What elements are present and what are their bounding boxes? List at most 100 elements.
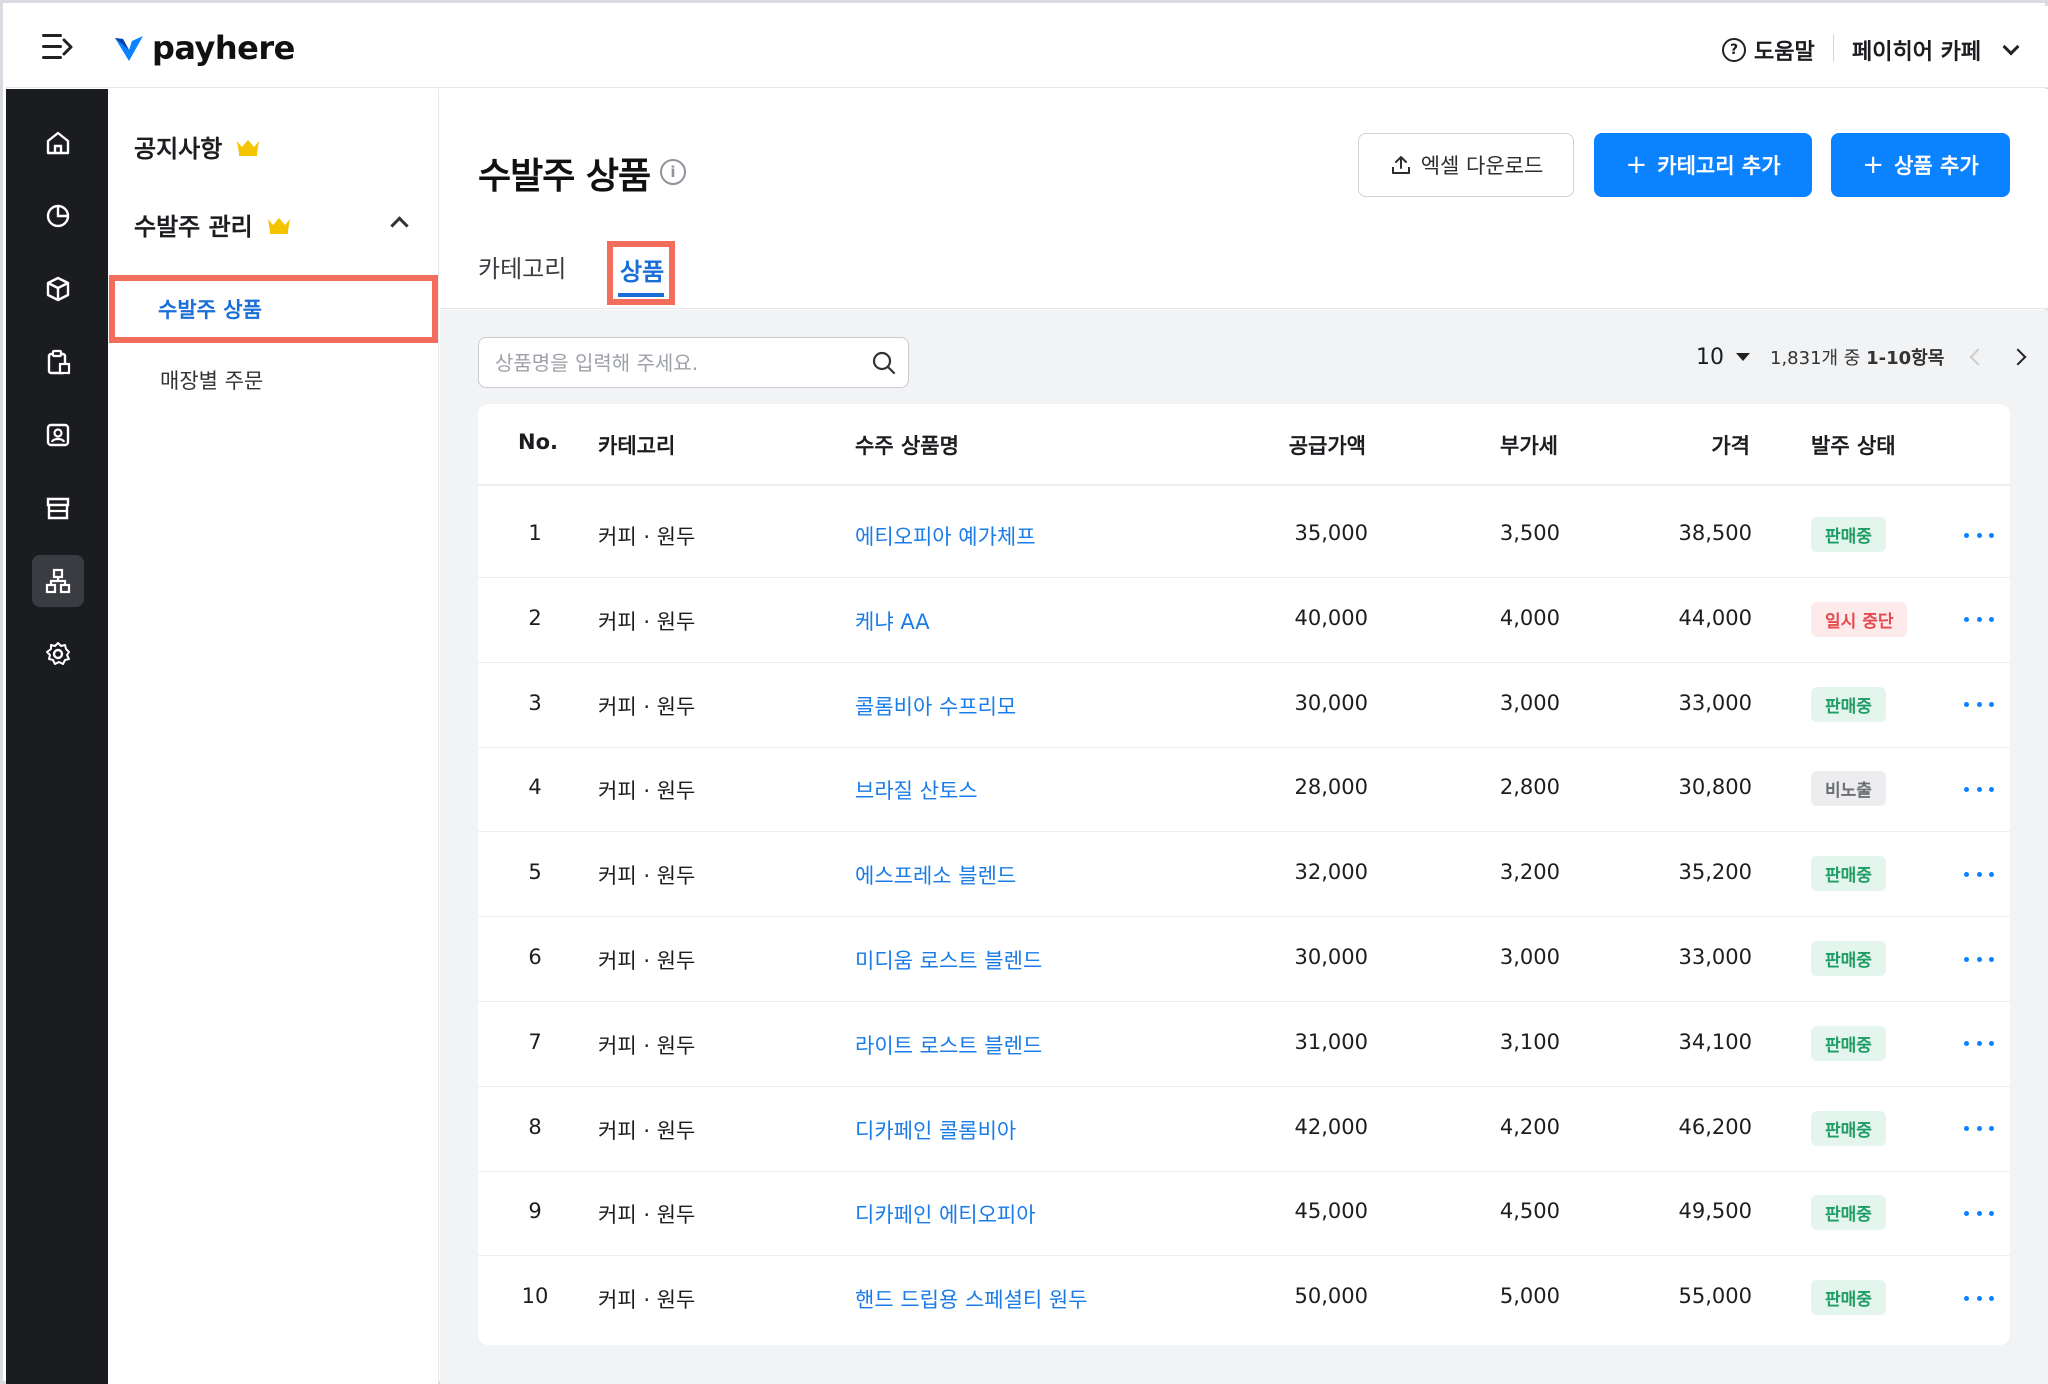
status-badge: 판매중 [1811, 856, 1886, 892]
add-category-button[interactable]: + 카테고리 추가 [1594, 133, 1812, 197]
row-no: 6 [528, 945, 542, 969]
page-size-select[interactable]: 10 [1696, 345, 1750, 370]
more-options-icon[interactable] [1964, 1032, 1994, 1056]
row-no: 9 [528, 1199, 542, 1224]
row-category: 커피 · 원두 [598, 864, 696, 889]
chevron-left-icon[interactable] [1969, 348, 1987, 366]
row-no: 2 [528, 605, 542, 630]
subnav-store-orders[interactable]: 매장별 주문 [160, 365, 263, 395]
row-category: 커피 · 원두 [598, 609, 696, 634]
chevron-right-icon[interactable] [2009, 348, 2027, 366]
chevron-up-icon[interactable] [390, 216, 409, 235]
more-options-icon[interactable] [1964, 1117, 1994, 1141]
more-options-icon[interactable] [1964, 693, 1994, 717]
rail-home[interactable] [32, 117, 84, 169]
row-price: 33,000 [1678, 945, 1752, 969]
row-no: 7 [528, 1029, 542, 1054]
page-title: 수발주 상품 [478, 156, 651, 197]
more-options-icon[interactable] [1964, 777, 1994, 801]
search-input[interactable] [495, 348, 855, 378]
subnav-notice[interactable]: 공지사항 [134, 129, 260, 164]
more-options-icon[interactable] [1964, 1286, 1994, 1310]
status-badge: 판매중 [1811, 941, 1886, 976]
rail-customers[interactable] [32, 409, 84, 461]
row-category: 커피 · 원두 [598, 1288, 696, 1313]
more-options-icon[interactable] [1964, 523, 1994, 547]
table-row[interactable]: 3 커피 · 원두 콜롬비아 수프리모 30,000 3,000 33,000 판매중 [478, 663, 2010, 748]
products-table: No. 카테고리 수주 상품명 공급가액 부가세 가격 발주 상태 1 커피 · … [478, 404, 2010, 1345]
table-row[interactable]: 9 커피 · 원두 디카페인 에티오피아 45,000 4,500 49,500 판매중 [478, 1171, 2010, 1257]
table-row[interactable]: 8 커피 · 원두 디카페인 콜롬비아 42,000 4,200 46,200 판매중 [478, 1087, 2010, 1172]
rail-store[interactable] [32, 482, 84, 534]
row-product-name-link[interactable]: 미디움 로스트 블렌드 [855, 945, 1042, 975]
clipboard-icon [47, 349, 71, 375]
more-options-icon[interactable] [1964, 608, 1994, 632]
row-category: 커피 · 원두 [598, 694, 696, 719]
status-badge: 판매중 [1811, 1025, 1886, 1061]
more-options-icon[interactable] [1964, 947, 1994, 971]
gear-icon [46, 642, 70, 665]
payhere-logo-icon [115, 36, 143, 61]
plus-icon: + [1625, 150, 1648, 180]
rail-settings[interactable] [32, 628, 84, 680]
table-row[interactable]: 10 커피 · 원두 핸드 드립용 스페셜티 원두 50,000 5,000 55,000… [478, 1256, 2010, 1341]
row-product-name-link[interactable]: 브라질 산토스 [855, 775, 978, 805]
payhere-logo[interactable]: payhere [114, 28, 295, 68]
row-product-name-link[interactable]: 라이트 로스트 블렌드 [855, 1030, 1042, 1060]
row-product-name-link[interactable]: 디카페인 콜롬비아 [855, 1115, 1016, 1145]
store-icon [46, 497, 70, 520]
box-icon [46, 276, 70, 302]
table-row[interactable]: 1 커피 · 원두 에티오피아 예가체프 35,000 3,500 38,500 판매중 [478, 493, 2010, 578]
row-price: 35,200 [1678, 860, 1752, 885]
add-product-button[interactable]: + 상품 추가 [1831, 133, 2010, 197]
row-product-name-link[interactable]: 에티오피아 예가체프 [855, 521, 1036, 551]
table-row[interactable]: 7 커피 · 원두 라이트 로스트 블렌드 31,000 3,100 34,100 판매중 [478, 1002, 2010, 1087]
tab-product[interactable]: 상품 [620, 252, 664, 287]
row-price: 46,200 [1678, 1114, 1752, 1139]
col-name: 수주 상품명 [855, 434, 959, 458]
status-badge: 판매중 [1811, 1110, 1886, 1146]
collapse-menu-icon[interactable] [42, 34, 73, 60]
row-product-name-link[interactable]: 핸드 드립용 스페셜티 원두 [855, 1284, 1088, 1314]
excel-download-label: 엑셀 다운로드 [1420, 154, 1544, 178]
rail-products[interactable] [32, 263, 84, 315]
table-row[interactable]: 5 커피 · 원두 에스프레소 블렌드 32,000 3,200 35,200 판매중 [478, 832, 2010, 918]
tab-category[interactable]: 카테고리 [478, 249, 566, 284]
more-options-icon[interactable] [1964, 1201, 1994, 1225]
row-product-name-link[interactable]: 디카페인 에티오피아 [855, 1199, 1036, 1229]
excel-download-button[interactable]: 엑셀 다운로드 [1358, 133, 1574, 197]
rail-orders[interactable] [32, 336, 84, 388]
store-name: 페이히어 카페 [1852, 40, 1982, 65]
customer-icon [46, 423, 70, 447]
rail-analytics[interactable] [32, 190, 84, 242]
rail-supply-orders[interactable] [32, 555, 84, 607]
row-category: 커피 · 원두 [598, 1203, 696, 1228]
col-no: No. [518, 430, 558, 454]
row-category: 커피 · 원두 [598, 779, 696, 804]
more-options-icon[interactable] [1964, 862, 1994, 886]
row-no: 10 [521, 1284, 549, 1309]
active-tab-indicator [618, 293, 664, 297]
row-no: 1 [528, 521, 542, 545]
sub-sidebar: 공지사항 수발주 관리 수발주 상품 매장별 주문 [108, 89, 439, 1384]
page-size-value: 10 [1696, 344, 1724, 370]
row-product-name-link[interactable]: 콜롬비아 수프리모 [855, 691, 1016, 721]
row-product-name-link[interactable]: 에스프레소 블렌드 [855, 860, 1016, 890]
table-row[interactable]: 6 커피 · 원두 미디움 로스트 블렌드 30,000 3,000 33,000 판매중 [478, 917, 2010, 1002]
table-row[interactable]: 2 커피 · 원두 케냐 AA 40,000 4,000 44,000 일시 중단 [478, 578, 2010, 663]
subnav-supply-products[interactable]: 수발주 상품 [120, 282, 426, 336]
row-price: 55,000 [1678, 1284, 1752, 1309]
search-icon[interactable] [871, 350, 897, 376]
row-price: 38,500 [1678, 521, 1752, 545]
page-info-total: 1,831개 중 [1770, 348, 1867, 369]
col-status: 발주 상태 [1811, 434, 1896, 458]
table-header: No. 카테고리 수주 상품명 공급가액 부가세 가격 발주 상태 [478, 404, 2010, 486]
subnav-order-management[interactable]: 수발주 관리 [134, 207, 291, 242]
chevron-down-icon [2002, 38, 2020, 56]
info-icon[interactable]: i [660, 159, 686, 185]
help-button[interactable]: ? 도움말 [1722, 34, 1815, 66]
status-badge: 판매중 [1811, 517, 1886, 552]
table-row[interactable]: 4 커피 · 원두 브라질 산토스 28,000 2,800 30,800 비노출 [478, 747, 2010, 833]
store-selector[interactable]: 페이히어 카페 [1852, 34, 2020, 66]
row-product-name-link[interactable]: 케냐 AA [855, 606, 930, 636]
